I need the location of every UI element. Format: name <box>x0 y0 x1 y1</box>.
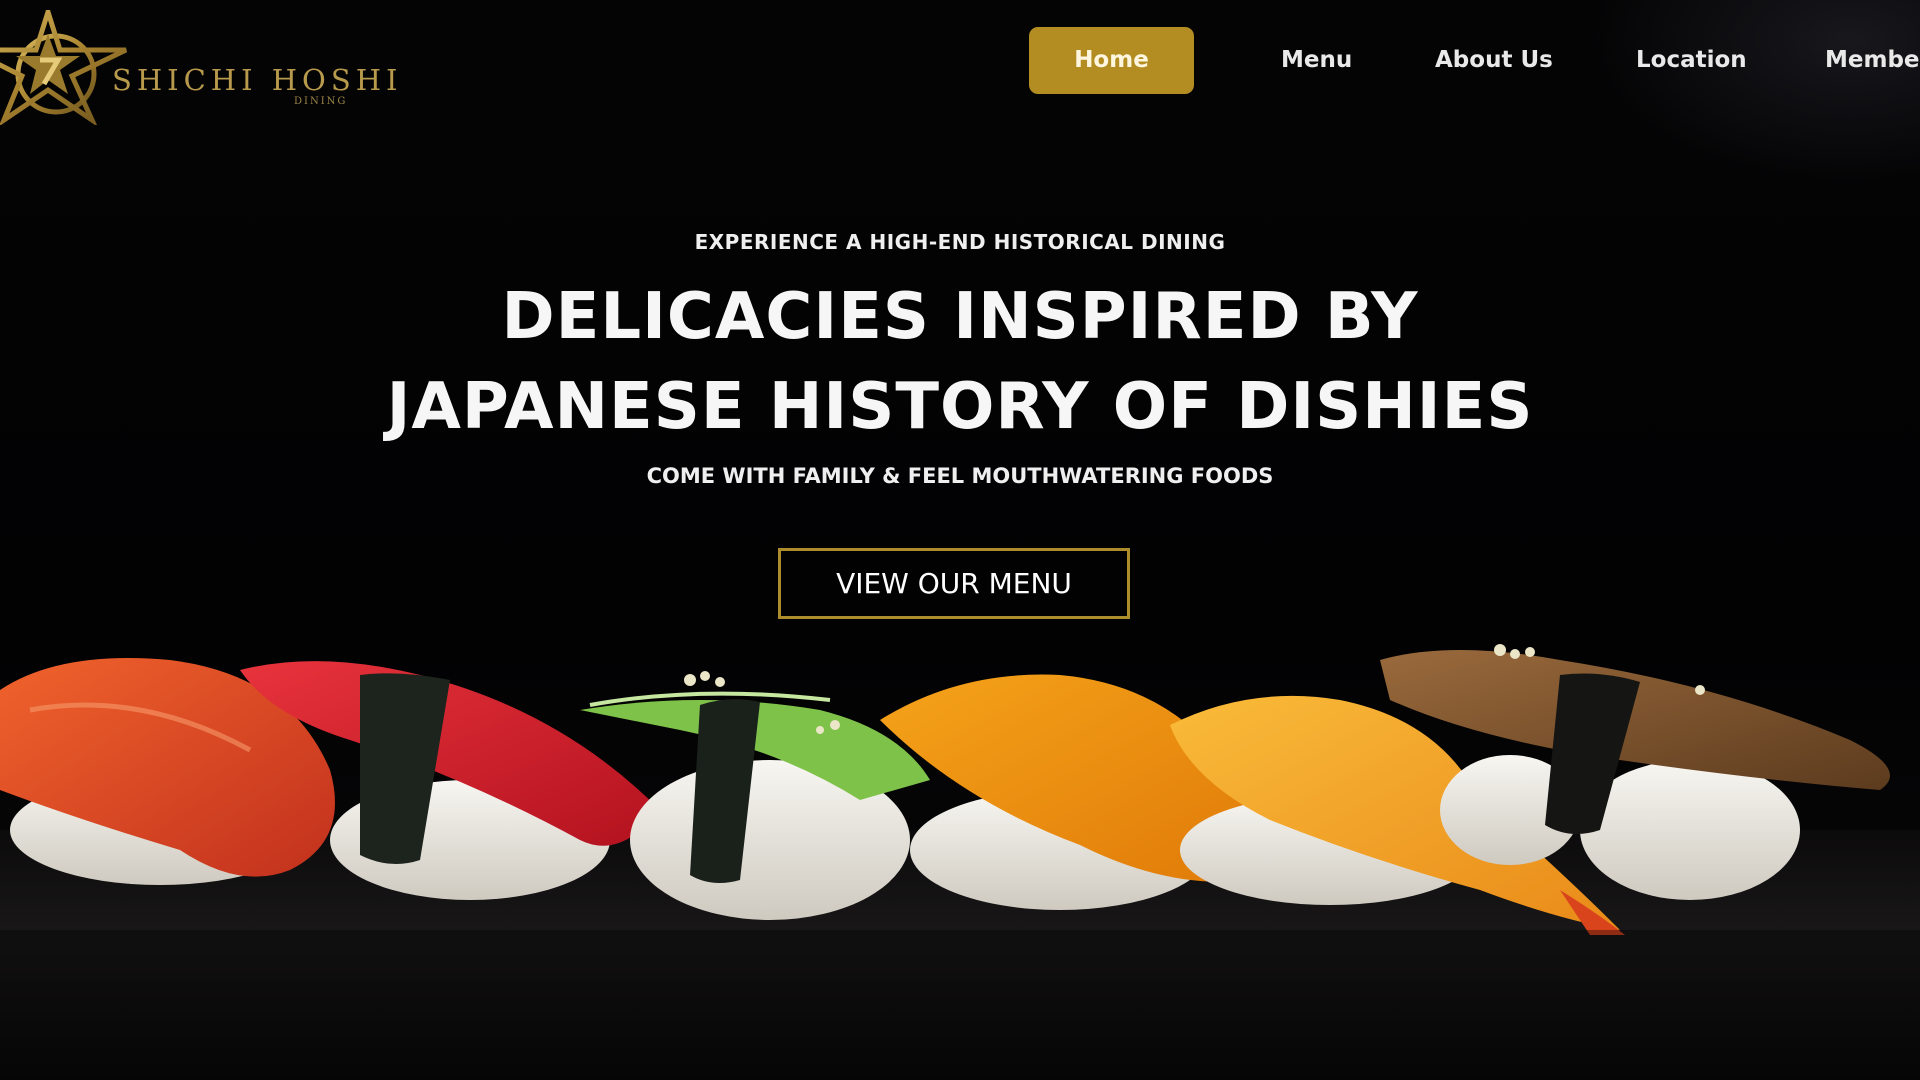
nav-menu-link[interactable]: Menu <box>1281 27 1352 94</box>
brand-subtitle: DINING <box>294 96 348 107</box>
hero-headline-line-1: DELICACIES INSPIRED BY <box>501 280 1419 354</box>
nav-about-link[interactable]: About Us <box>1435 27 1553 94</box>
hero-headline-line-2: JAPANESE HISTORY OF DISHIES <box>386 370 1534 444</box>
brand-logo[interactable]: SHICHI HOSHI DINING <box>0 10 397 125</box>
nav-member-link[interactable]: Member <box>1825 27 1920 94</box>
nav-home-button[interactable]: Home <box>1029 27 1194 94</box>
landing-page: SHICHI HOSHI DINING Home Menu About Us L… <box>0 0 1920 1080</box>
hero-headline: DELICACIES INSPIRED BY JAPANESE HISTORY … <box>0 272 1920 452</box>
nav-location-link[interactable]: Location <box>1636 27 1747 94</box>
hero-eyebrow: EXPERIENCE A HIGH-END HISTORICAL DINING <box>694 230 1226 254</box>
brand-name: SHICHI HOSHI <box>112 63 403 97</box>
sushi-hero-image <box>0 630 1920 1080</box>
view-menu-button[interactable]: VIEW OUR MENU <box>778 548 1130 619</box>
hero-tagline: COME WITH FAMILY & FEEL MOUTHWATERING FO… <box>646 464 1274 488</box>
main-nav: Home Menu About Us Location Member <box>1029 27 1920 94</box>
